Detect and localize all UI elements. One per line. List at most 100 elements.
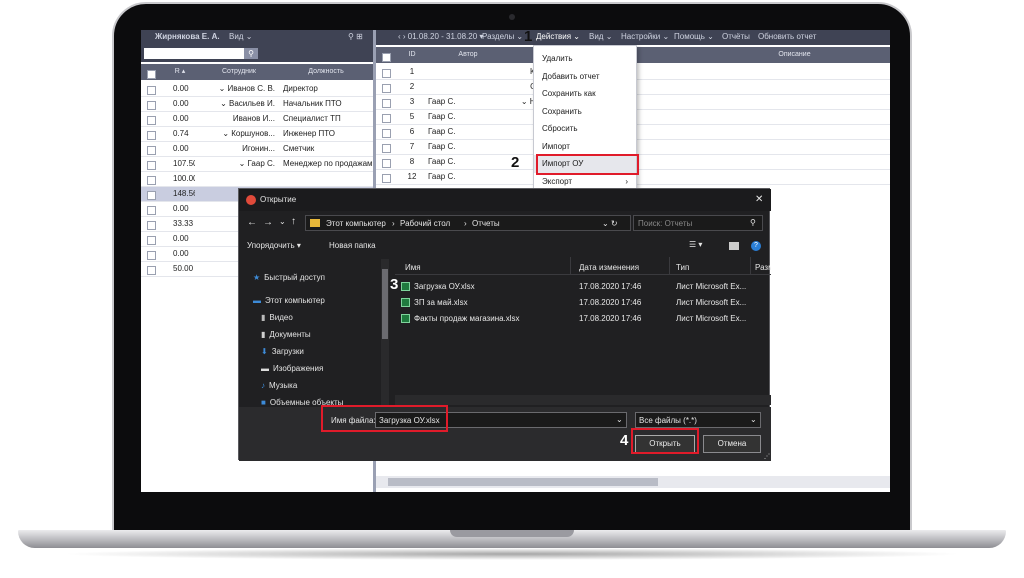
row-checkbox[interactable]	[147, 264, 156, 278]
view-options-icon[interactable]: ☰ ▾	[689, 240, 702, 249]
row-checkbox[interactable]	[382, 172, 391, 186]
up-icon[interactable]: ↑	[291, 216, 296, 227]
table-row[interactable]: 0.00 Иванов И... Специалист ТП	[141, 112, 373, 127]
row-checkbox[interactable]	[147, 129, 156, 143]
search-box[interactable]: Поиск: Отчеты ⚲	[633, 215, 763, 231]
refresh-report-button[interactable]: Обновить отчет	[758, 30, 816, 44]
col-size[interactable]: Разм	[755, 263, 771, 272]
row-checkbox[interactable]	[147, 249, 156, 263]
dialog-titlebar: Открытие ✕	[239, 189, 771, 211]
row-checkbox[interactable]	[147, 84, 156, 98]
row-checkbox[interactable]	[147, 159, 156, 173]
menu-item-2[interactable]: Добавить отчет	[534, 68, 636, 86]
row-checkbox[interactable]	[147, 189, 156, 203]
search-button[interactable]: ⚲	[244, 48, 258, 59]
recent-chevron-icon[interactable]: ⌄	[279, 217, 286, 226]
import-ou-highlight	[536, 154, 639, 175]
col-file-name[interactable]: Имя	[405, 263, 421, 272]
row-checkbox[interactable]	[382, 127, 391, 141]
row-checkbox[interactable]	[147, 204, 156, 218]
back-icon[interactable]: ←	[247, 217, 257, 228]
col-date-modified[interactable]: Дата изменения	[579, 263, 639, 272]
row-checkbox[interactable]	[147, 234, 156, 248]
nav-item[interactable]: ⬇ Загрузки	[253, 343, 389, 360]
nav-item[interactable]: ♪ Музыка	[253, 377, 389, 394]
table-row[interactable]: 107.50 ⌄ Гаар С. Менеджер по продажам	[141, 157, 373, 172]
col-position[interactable]: Должность	[281, 64, 371, 80]
row-checkbox[interactable]	[147, 174, 156, 188]
nav-item[interactable]: ▮ Документы	[253, 326, 389, 343]
command-bar: Упорядочить ▾ Новая папка ☰ ▾ ?	[239, 235, 771, 255]
forward-icon[interactable]: →	[263, 217, 273, 228]
row-checkbox[interactable]	[382, 67, 391, 81]
table-row[interactable]: 0.74 ⌄ Коршунов... Инженер ПТО	[141, 127, 373, 142]
file-row[interactable]: Факты продаж магазина.xlsx 17.08.2020 17:…	[395, 311, 771, 327]
nav-scrollbar[interactable]	[381, 259, 389, 405]
nav-item[interactable]: ★ Быстрый доступ	[253, 269, 389, 286]
file-list-scrollbar[interactable]	[395, 395, 771, 405]
table-row[interactable]: 0.00 Игонин... Сметчик	[141, 142, 373, 157]
horizontal-scrollbar[interactable]	[376, 476, 890, 488]
help-icon[interactable]: ?	[751, 241, 761, 251]
breadcrumb-computer[interactable]: Этот компьютер	[326, 219, 386, 228]
sections-menu[interactable]: Разделы ⌄	[482, 30, 523, 44]
col-author[interactable]: Автор	[426, 47, 510, 63]
row-r-value: 107.50	[173, 159, 195, 168]
settings-menu[interactable]: Настройки ⌄	[621, 30, 669, 44]
table-row[interactable]: 0.00 ⌄ Васильев И. Начальник ПТО	[141, 97, 373, 112]
close-icon[interactable]: ✕	[755, 194, 763, 205]
file-row[interactable]: Загрузка ОУ.xlsx 17.08.2020 17:46 Лист Mic…	[395, 279, 771, 295]
row-checkbox[interactable]	[147, 219, 156, 233]
select-all-checkbox[interactable]	[147, 69, 156, 79]
row-checkbox[interactable]	[382, 142, 391, 156]
menu-item-1[interactable]: Удалить	[534, 50, 636, 68]
nav-scroll-thumb[interactable]	[382, 269, 388, 339]
filename-chevron-icon[interactable]: ⌄	[616, 415, 623, 424]
view-menu-right[interactable]: Вид ⌄	[589, 30, 612, 44]
nav-item[interactable]: ▬ Изображения	[253, 360, 389, 377]
row-checkbox[interactable]	[382, 157, 391, 171]
menu-item-6[interactable]: Импорт	[534, 138, 636, 156]
refresh-icon[interactable]: ⌄ ↻	[602, 219, 618, 228]
cancel-button[interactable]: Отмена	[703, 435, 761, 453]
search-icon: ⚲	[750, 218, 756, 227]
help-menu[interactable]: Помощь ⌄	[674, 30, 714, 44]
breadcrumb-desktop[interactable]: Рабочий стол	[400, 219, 450, 228]
row-checkbox[interactable]	[382, 97, 391, 111]
actions-menu[interactable]: Действия ⌄	[536, 30, 580, 44]
file-type: Лист Microsoft Ex...	[676, 298, 747, 307]
col-type[interactable]: Тип	[676, 263, 689, 272]
organize-menu[interactable]: Упорядочить ▾	[247, 241, 301, 250]
select-all-right-checkbox[interactable]	[382, 52, 391, 62]
file-row[interactable]: ЗП за май.xlsx 17.08.2020 17:46 Лист Micro…	[395, 295, 771, 311]
col-description[interactable]: Описание	[712, 47, 877, 63]
resize-grip-icon[interactable]: ⋰	[764, 453, 770, 460]
table-row[interactable]: 0.00 ⌄ Иванов С. В. Директор	[141, 82, 373, 97]
table-row[interactable]: 100.00	[141, 172, 373, 187]
reports-link[interactable]: Отчёты	[722, 30, 750, 44]
address-bar[interactable]: Этот компьютер › Рабочий стол › Отчеты ⌄…	[305, 215, 631, 231]
new-folder-button[interactable]: Новая папка	[329, 241, 376, 250]
nav-item[interactable]: ▮ Видео	[253, 309, 389, 326]
search-input[interactable]	[144, 48, 244, 59]
file-type-select[interactable]: Все файлы (*.*) ⌄	[635, 412, 761, 428]
col-r[interactable]: R ▴	[169, 64, 191, 80]
row-checkbox[interactable]	[147, 114, 156, 128]
nav-item[interactable]: ▬ Этот компьютер	[253, 292, 389, 309]
col-id[interactable]: ID	[400, 47, 424, 63]
scrollbar-thumb[interactable]	[388, 478, 658, 486]
menu-item-5[interactable]: Сбросить	[534, 120, 636, 138]
row-checkbox[interactable]	[147, 144, 156, 158]
view-menu[interactable]: Вид ⌄	[229, 30, 252, 44]
period-selector[interactable]: ‹ › 01.08.20 - 31.08.20 ▾	[398, 30, 483, 44]
row-checkbox[interactable]	[147, 99, 156, 113]
preview-pane-icon[interactable]	[729, 242, 739, 250]
breadcrumb-reports[interactable]: Отчеты	[472, 219, 500, 228]
menu-item-3[interactable]: Сохранить как	[534, 85, 636, 103]
row-checkbox[interactable]	[382, 112, 391, 126]
row-checkbox[interactable]	[382, 82, 391, 96]
search-icon[interactable]: ⚲ ⊞	[348, 30, 363, 44]
menu-item-4[interactable]: Сохранить	[534, 103, 636, 121]
row-id: 5	[409, 112, 415, 121]
col-employee[interactable]: Сотрудник	[199, 64, 279, 80]
